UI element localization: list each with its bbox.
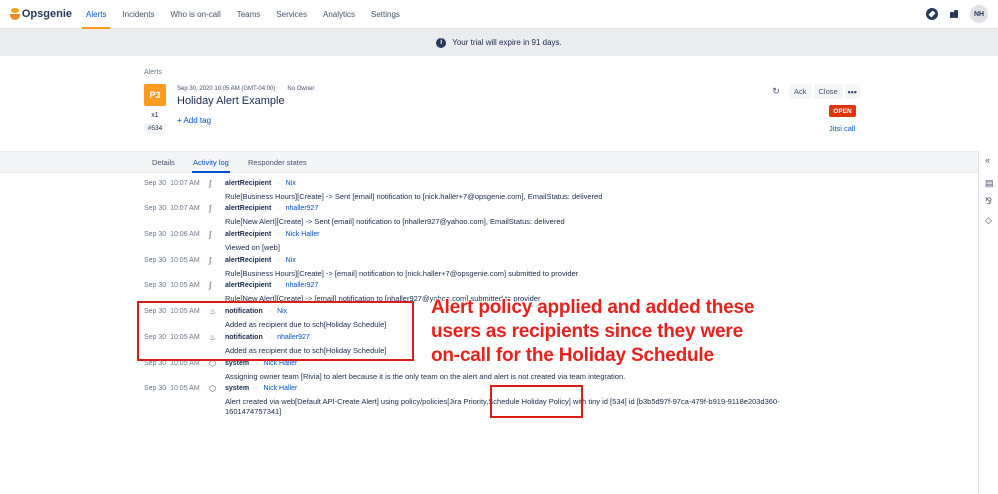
nav-right: NH [926,5,988,23]
log-user-link[interactable]: Nick Haller [263,360,297,367]
nav-item-incidents[interactable]: Incidents [114,0,162,29]
recipient-icon: ∫ [209,179,212,188]
log-header: alertRecipient · Nick Haller [225,231,320,238]
compass-icon[interactable] [926,8,938,20]
log-source: alertRecipient [225,257,272,264]
log-source: notification [225,334,263,341]
integrations-icon[interactable]: ◇ [985,216,994,225]
log-message: Viewed on [web] [225,243,280,252]
nav-item-alerts[interactable]: Alerts [78,0,114,29]
log-message: Alert created via web[Default API-Create… [225,397,780,416]
trial-banner-text: Your trial will expire in 91 days. [452,38,562,47]
tab-responder-states[interactable]: Responder states [248,152,307,173]
tab-activity-log[interactable]: Activity log [192,152,230,173]
bell-icon: ♨ [209,307,217,316]
log-date: Sep 30 10:07 AM [144,180,200,187]
nav-item-services[interactable]: Services [268,0,315,29]
nav-links: Alerts Incidents Who is on-call Teams Se… [78,0,408,29]
created-time: Sep 30, 2020 10:05 AM (GMT-04:00) [177,86,276,92]
add-tag-link[interactable]: + Add tag [177,116,211,125]
log-header: alertRecipient · Nix [225,180,296,187]
nav-item-who-is-on-call[interactable]: Who is on-call [162,0,228,29]
owner-label[interactable]: No Owner [287,86,314,92]
recipient-icon: ∫ [209,204,212,213]
annotation-line: on-call for the Holiday Schedule [431,345,714,366]
page-title: Holiday Alert Example [177,95,285,107]
priority-badge[interactable]: P3 [144,84,166,106]
log-header: system · Nick Haller [225,360,298,367]
close-button[interactable]: Close [813,84,843,99]
log-date: Sep 30 10:07 AM [144,205,200,212]
log-source: alertRecipient [225,205,272,212]
log-message: Rule[Business Hours][Create] -> [email] … [225,269,579,278]
log-message: Rule[New Alert][Create] -> Sent [email] … [225,217,565,226]
ack-button[interactable]: Ack [789,84,812,99]
nav-item-teams[interactable]: Teams [229,0,269,29]
log-header: system · Nick Haller [225,385,298,392]
trial-banner: i Your trial will expire in 91 days. [0,29,998,56]
brand-name: Opsgenie [21,8,72,20]
log-user-link[interactable]: Nix [286,257,296,264]
log-user-link[interactable]: Nix [277,308,287,315]
log-source: alertRecipient [225,231,272,238]
alert-meta: Sep 30, 2020 10:05 AM (GMT-04:00) No Own… [177,86,314,92]
log-message: Rule[Business Hours][Create] -> Sent [em… [225,192,603,201]
tiny-id: #534 [144,123,166,134]
jitsi-call-link[interactable]: Jitsi call [829,124,855,133]
log-header: alertRecipient · Nix [225,257,296,264]
log-source: system [225,360,250,367]
log-user-link[interactable]: nhaller927 [286,282,319,289]
status-badge: OPEN [829,105,856,117]
annotation-line: users as recipients since they were [431,321,743,342]
attachment-icon[interactable]: ⅋ [985,197,994,206]
log-user-link[interactable]: nhaller927 [277,334,310,341]
log-source: alertRecipient [225,282,272,289]
log-user-link[interactable]: nhaller927 [286,205,319,212]
nav-item-settings[interactable]: Settings [363,0,408,29]
log-source: system [225,385,250,392]
log-date: Sep 30 10:05 AM [144,385,200,392]
tab-details[interactable]: Details [152,152,175,173]
log-date: Sep 30 10:06 AM [144,231,200,238]
log-date: Sep 30 10:05 AM [144,308,200,315]
recipient-icon: ∫ [209,256,212,265]
system-icon: ⬡ [209,384,216,393]
log-header: notification · nhaller927 [225,334,310,341]
top-nav: Opsgenie Alerts Incidents Who is on-call… [0,0,998,29]
bell-icon: ♨ [209,333,217,342]
log-user-link[interactable]: Nick Haller [263,385,297,392]
app-switcher-icon[interactable] [948,8,960,20]
avatar[interactable]: NH [970,5,988,23]
annotation-line: Alert policy applied and added these [431,297,755,318]
log-header: alertRecipient · nhaller927 [225,205,319,212]
recipient-icon: ∫ [209,281,212,290]
system-icon: ⬡ [209,359,216,368]
opsgenie-logo[interactable]: Opsgenie [10,8,72,20]
log-source: alertRecipient [225,180,272,187]
log-date: Sep 30 10:05 AM [144,334,200,341]
tab-bar: Details Activity log Responder states [0,151,978,173]
more-icon[interactable]: ••• [844,84,860,99]
annotation-callout: Alert policy applied and added these use… [431,296,831,368]
collapse-icon[interactable]: « [985,156,994,165]
log-date: Sep 30 10:05 AM [144,257,200,264]
notes-icon[interactable]: ▤ [985,179,994,188]
log-source: notification [225,308,263,315]
breadcrumb[interactable]: Alerts [144,69,162,76]
log-header: notification · Nix [225,308,288,315]
recipient-icon: ∫ [209,230,212,239]
alert-count: x1 [151,111,159,119]
right-rail: « ▤ ⅋ ◇ [978,151,998,494]
opsgenie-logo-icon [10,8,20,20]
refresh-icon[interactable]: ↻ [768,85,784,99]
log-message: Assigning owner team [Rivia] to alert be… [225,372,626,381]
info-icon: i [436,37,447,48]
log-date: Sep 30 10:05 AM [144,282,200,289]
log-user-link[interactable]: Nix [286,180,296,187]
nav-item-analytics[interactable]: Analytics [315,0,363,29]
log-header: alertRecipient · nhaller927 [225,282,319,289]
log-user-link[interactable]: Nick Haller [286,231,320,238]
log-date: Sep 30 10:05 AM [144,360,200,367]
alert-actions: ↻ Ack Close ••• [768,84,860,99]
